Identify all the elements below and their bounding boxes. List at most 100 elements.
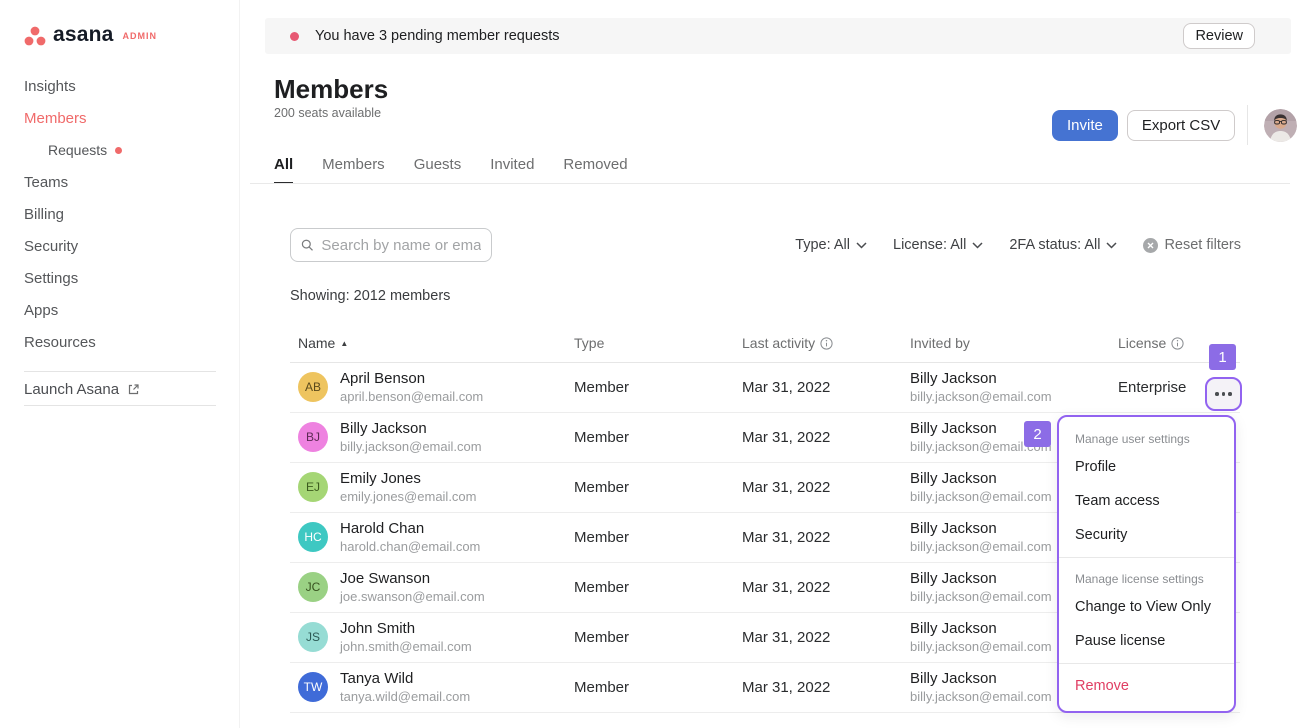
member-avatar: HC [298, 522, 328, 552]
asana-logo-icon [24, 26, 46, 46]
last-activity-cell: Mar 31, 2022 [734, 529, 902, 546]
asana-wordmark: asana [53, 24, 114, 47]
sidebar-item-settings[interactable]: Settings [0, 262, 240, 294]
sidebar-item-launch-asana[interactable]: Launch Asana [24, 381, 140, 398]
user-avatar[interactable] [1264, 109, 1297, 142]
filter-2fa-status[interactable]: 2FA status: All [1009, 237, 1117, 253]
sidebar-divider-top [24, 371, 216, 372]
sidebar-item-label: Apps [24, 302, 58, 319]
tabs-divider [250, 183, 1290, 184]
menu-divider [1059, 557, 1234, 558]
menu-item-remove[interactable]: Remove [1059, 669, 1234, 703]
member-name-block: John Smithjohn.smith@email.com [340, 619, 472, 655]
last-activity-cell: Mar 31, 2022 [734, 679, 902, 696]
menu-item-pause-license[interactable]: Pause license [1059, 624, 1234, 658]
member-email: harold.chan@email.com [340, 539, 480, 556]
invite-button[interactable]: Invite [1052, 110, 1118, 141]
row-overflow-menu-button[interactable] [1205, 377, 1242, 411]
member-name-cell: AB April Bensonapril.benson@email.com [290, 369, 566, 405]
menu-section-header: Manage license settings [1059, 563, 1234, 590]
search-box[interactable] [290, 228, 492, 262]
sidebar-item-label: Insights [24, 78, 76, 95]
sidebar-item-apps[interactable]: Apps [0, 294, 240, 326]
notification-dot-icon [115, 147, 122, 154]
tab-all[interactable]: All [274, 156, 293, 184]
member-name-block: April Bensonapril.benson@email.com [340, 369, 483, 405]
launch-asana-label: Launch Asana [24, 381, 119, 398]
chevron-down-icon [856, 242, 867, 249]
reset-filters-button[interactable]: Reset filters [1143, 237, 1241, 253]
inviter-email: billy.jackson@email.com [910, 389, 1110, 406]
menu-item-change-to-view-only[interactable]: Change to View Only [1059, 590, 1234, 624]
filter-license[interactable]: License: All [893, 237, 983, 253]
member-avatar: JC [298, 572, 328, 602]
member-email: emily.jones@email.com [340, 489, 477, 506]
table-row[interactable]: AB April Bensonapril.benson@email.com Memb… [290, 363, 1240, 413]
actions-divider [1247, 105, 1248, 145]
member-name-cell: EJEmily Jonesemily.jones@email.com [290, 469, 566, 505]
member-avatar: JS [298, 622, 328, 652]
asana-logo[interactable]: asana ADMIN [24, 24, 157, 47]
export-csv-button[interactable]: Export CSV [1127, 110, 1235, 141]
sidebar-item-insights[interactable]: Insights [0, 70, 240, 102]
annotation-badge-2: 2 [1024, 421, 1051, 447]
tab-members[interactable]: Members [322, 156, 385, 184]
member-type-cell: Member [566, 429, 734, 446]
table-header-row: Name ▲ Type Last activity Invited by Lic… [290, 335, 1240, 363]
sidebar-item-billing[interactable]: Billing [0, 198, 240, 230]
member-email: john.smith@email.com [340, 639, 472, 656]
member-type-cell: Member [566, 679, 734, 696]
license-cell: Enterprise [1110, 379, 1210, 396]
external-link-icon [127, 383, 140, 396]
column-header-license[interactable]: License [1110, 335, 1210, 351]
filter-label: License: All [893, 237, 966, 253]
tab-invited[interactable]: Invited [490, 156, 534, 184]
page-title: Members [274, 74, 388, 105]
sidebar-item-label: Settings [24, 270, 78, 287]
admin-console-page: asana ADMIN Insights Members Requests Teams… [0, 0, 1300, 728]
tab-guests[interactable]: Guests [414, 156, 462, 184]
filter-type[interactable]: Type: All [795, 237, 867, 253]
admin-badge: ADMIN [123, 31, 158, 41]
sidebar-item-security[interactable]: Security [0, 230, 240, 262]
member-name-block: Emily Jonesemily.jones@email.com [340, 469, 477, 505]
member-tabs: All Members Guests Invited Removed [274, 156, 628, 184]
sidebar-item-label: Resources [24, 334, 96, 351]
column-header-last-activity[interactable]: Last activity [734, 335, 902, 351]
menu-item-security[interactable]: Security [1059, 518, 1234, 552]
sidebar-item-teams[interactable]: Teams [0, 166, 240, 198]
sidebar-item-resources[interactable]: Resources [0, 326, 240, 358]
last-activity-cell: Mar 31, 2022 [734, 579, 902, 596]
member-type-cell: Member [566, 379, 734, 396]
search-input[interactable] [321, 237, 481, 254]
member-type-cell: Member [566, 629, 734, 646]
member-type-cell: Member [566, 479, 734, 496]
sidebar-item-requests[interactable]: Requests [0, 134, 240, 166]
pending-requests-banner: You have 3 pending member requests Revie… [265, 18, 1291, 54]
sidebar-item-members[interactable]: Members [0, 102, 240, 134]
tab-removed[interactable]: Removed [563, 156, 627, 184]
info-icon [820, 337, 833, 350]
member-name-cell: JCJoe Swansonjoe.swanson@email.com [290, 569, 566, 605]
member-avatar: AB [298, 372, 328, 402]
column-header-invited-by[interactable]: Invited by [902, 335, 1110, 351]
filter-label: 2FA status: All [1009, 237, 1100, 253]
filter-bar: Type: All License: All 2FA status: All Rese… [795, 237, 1241, 253]
sidebar-item-label: Requests [48, 142, 107, 158]
column-header-type[interactable]: Type [566, 335, 734, 351]
member-email: tanya.wild@email.com [340, 689, 470, 706]
column-header-name[interactable]: Name ▲ [290, 335, 566, 351]
header-actions: Invite Export CSV [1052, 105, 1297, 145]
member-name-block: Billy Jacksonbilly.jackson@email.com [340, 419, 482, 455]
reset-filters-label: Reset filters [1164, 237, 1241, 253]
inviter-name: Billy Jackson [910, 369, 1110, 389]
menu-item-profile[interactable]: Profile [1059, 450, 1234, 484]
invited-by-cell: Billy Jacksonbilly.jackson@email.com [902, 369, 1110, 405]
last-activity-cell: Mar 31, 2022 [734, 479, 902, 496]
member-type-cell: Member [566, 579, 734, 596]
member-name-block: Tanya Wildtanya.wild@email.com [340, 669, 470, 705]
member-email: joe.swanson@email.com [340, 589, 485, 606]
review-button[interactable]: Review [1183, 23, 1255, 49]
menu-item-team-access[interactable]: Team access [1059, 484, 1234, 518]
member-name: April Benson [340, 369, 483, 389]
